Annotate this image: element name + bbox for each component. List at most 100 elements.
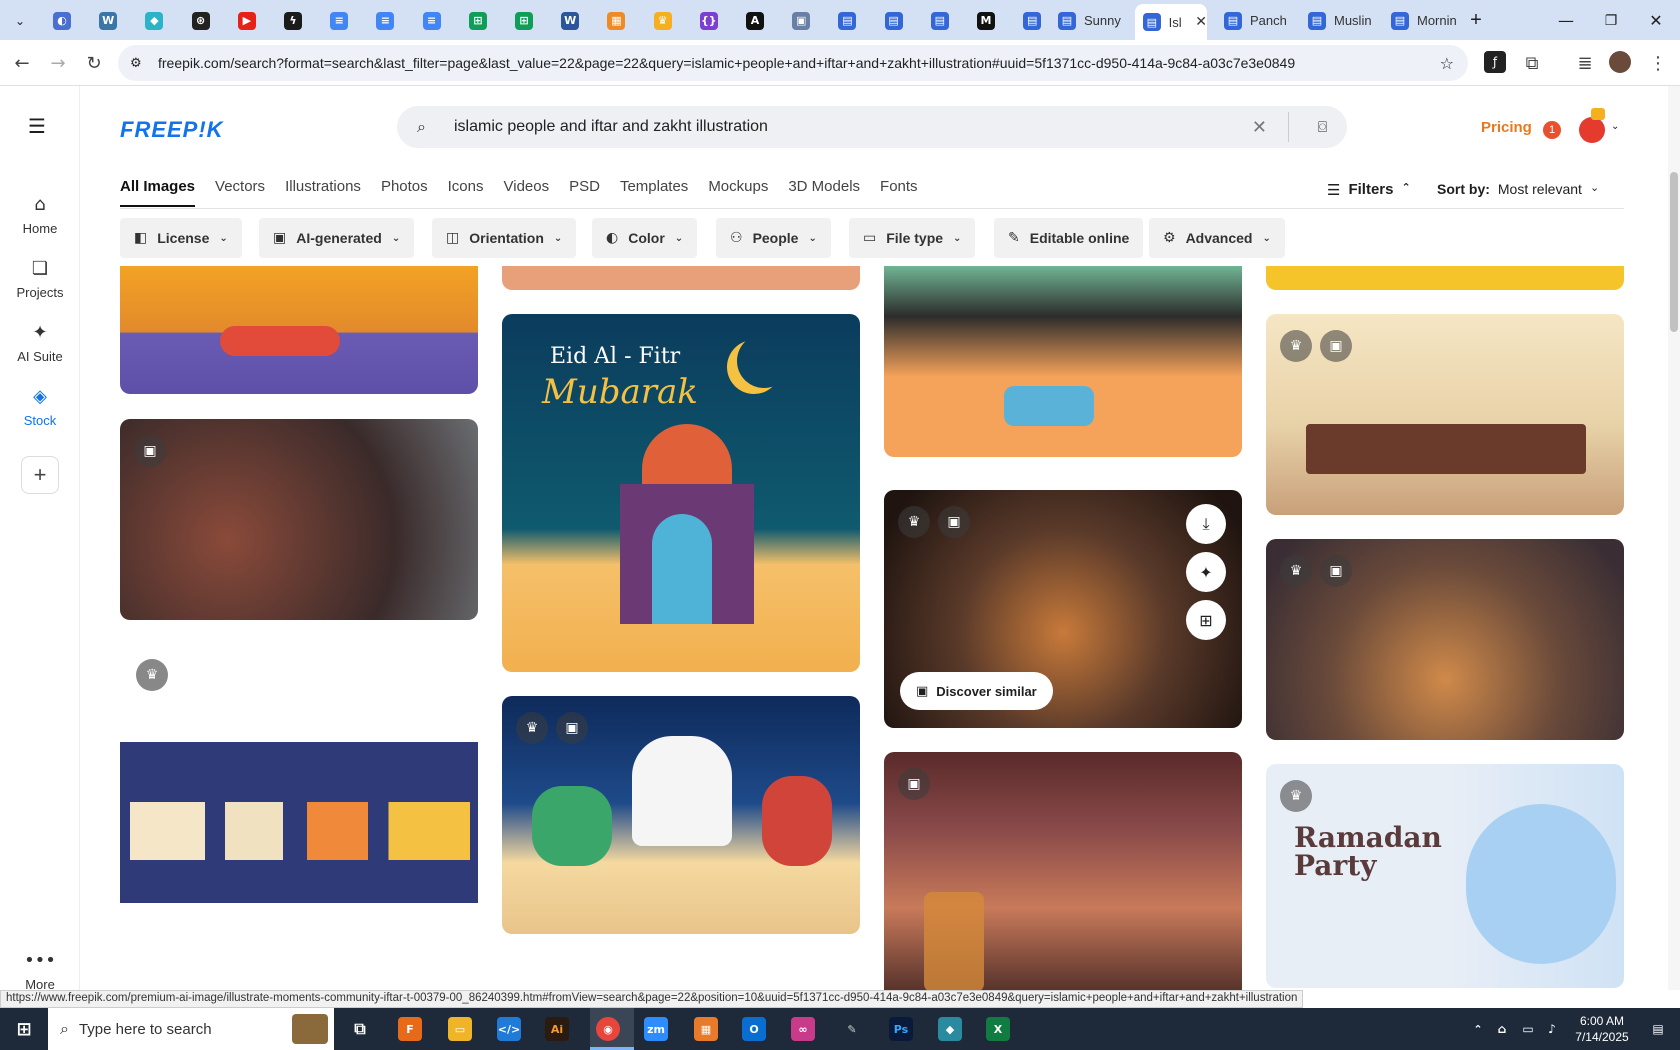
tab-mornin[interactable]: ▤ Mornin <box>1383 5 1463 36</box>
result-card-ramadan-party[interactable]: ♛ Ramadan Party <box>1266 764 1624 988</box>
filter-file-type[interactable]: ▭ File type ⌄ <box>849 218 976 258</box>
pricing-link[interactable]: Pricing <box>1481 119 1532 136</box>
tab-panch[interactable]: ▤ Panch <box>1216 5 1294 36</box>
tab-youtube-4[interactable]: ▶ <box>232 5 262 36</box>
task-view-icon[interactable]: ⧉ <box>348 1017 372 1041</box>
zoom-icon[interactable]: zm <box>644 1017 668 1041</box>
download-icon[interactable]: ⤓ <box>1186 504 1226 544</box>
filter-people[interactable]: ⚇ People ⌄ <box>716 218 831 258</box>
tab-illustrations[interactable]: Illustrations <box>285 178 361 207</box>
tab-docs-6[interactable]: ≡ <box>324 5 354 36</box>
browser-menu-icon[interactable]: ⋮ <box>1646 51 1670 75</box>
photoshop-icon[interactable]: Ps <box>889 1017 913 1041</box>
tab-bolt-5[interactable]: ϟ <box>278 5 308 36</box>
taskbar-search-box[interactable]: ⌕ Type here to search <box>48 1008 334 1050</box>
tab-globe-0[interactable]: ◐ <box>47 5 77 36</box>
bookmark-star-icon[interactable]: ☆ <box>1440 54 1454 73</box>
reload-icon[interactable]: ↻ <box>82 51 106 75</box>
filters-toggle[interactable]: ☰ Filters ⌃ <box>1327 181 1411 199</box>
search-input[interactable]: ⌕ islamic people and iftar and zakht ill… <box>397 106 1347 148</box>
filter-color[interactable]: ◐ Color ⌄ <box>592 218 698 258</box>
camera-search-icon[interactable]: ⌼ <box>1318 118 1327 136</box>
clear-search-icon[interactable]: ✕ <box>1252 117 1267 138</box>
forward-icon[interactable]: → <box>46 51 70 75</box>
notification-center-icon[interactable]: ▤ <box>1646 1017 1670 1041</box>
tab-mockups[interactable]: Mockups <box>708 178 768 207</box>
filter-ai-generated[interactable]: ▣ AI-generated ⌄ <box>259 218 415 258</box>
result-card-3d-family-iftar[interactable]: ♛ ▣ <box>1266 539 1624 740</box>
discover-similar-button[interactable]: ▣ Discover similar <box>900 672 1053 710</box>
result-card-family-iftar-table[interactable]: ♛ ▣ <box>502 696 860 934</box>
save-to-collection-icon[interactable]: ⊞ <box>1186 600 1226 640</box>
tab-videos[interactable]: Videos <box>504 178 550 207</box>
filter-editable-online[interactable]: ✎ Editable online <box>994 218 1144 258</box>
illustrator-icon[interactable]: Ai <box>545 1017 569 1041</box>
network-icon[interactable]: ⌂ <box>1490 1017 1514 1041</box>
tab-muslin[interactable]: ▤ Muslin <box>1300 5 1382 36</box>
tab-docs-7[interactable]: ≡ <box>370 5 400 36</box>
tab-all-images[interactable]: All Images <box>120 178 196 207</box>
chrome-icon[interactable]: ◉ <box>596 1017 620 1041</box>
show-hidden-icons[interactable]: ⌃ <box>1466 1017 1490 1041</box>
tab-grid-12[interactable]: ▦ <box>601 5 631 36</box>
tab-icons[interactable]: Icons <box>448 178 484 207</box>
clock[interactable]: 6:00 AM 7/14/2025 <box>1566 1013 1638 1045</box>
tab-a-15[interactable]: A <box>740 5 770 36</box>
creative-cloud-icon[interactable]: ∞ <box>791 1017 815 1041</box>
url-bar[interactable]: ⚙ freepik.com/search?format=search&last_… <box>118 45 1468 81</box>
tab-search-button[interactable]: ⌄ <box>8 5 32 36</box>
tab-3d-models[interactable]: 3D Models <box>788 178 860 207</box>
result-card-partial-yellow[interactable] <box>1266 266 1624 290</box>
extension-f-icon[interactable]: ƒ <box>1484 51 1506 73</box>
result-card-women-cooking-photo[interactable]: ▣ <box>120 419 478 620</box>
account-chevron-icon[interactable]: ⌄ <box>1611 121 1619 132</box>
outlook-icon[interactable]: O <box>742 1017 766 1041</box>
tab-fonts[interactable]: Fonts <box>880 178 918 207</box>
battery-icon[interactable]: ▭ <box>1516 1017 1540 1041</box>
tab-forms-21[interactable]: ▤ <box>1017 5 1047 36</box>
firefox-icon[interactable]: F <box>398 1017 422 1041</box>
excel-icon[interactable]: X <box>986 1017 1010 1041</box>
tab-forms-19[interactable]: ▤ <box>925 5 955 36</box>
result-card-sparklers-illustration[interactable] <box>120 742 478 903</box>
file-explorer-icon[interactable]: ▭ <box>448 1017 472 1041</box>
ai-edit-sparkle-icon[interactable]: ✦ <box>1186 552 1226 592</box>
tab-photos[interactable]: Photos <box>381 178 428 207</box>
sort-dropdown[interactable]: Sort by: Most relevant ⌄ <box>1437 181 1599 197</box>
close-window-icon[interactable]: ✕ <box>1644 5 1668 36</box>
tab-wordpress-1[interactable]: W <box>93 5 123 36</box>
tab-active-islamic[interactable]: ▤ Isl ✕ <box>1135 4 1207 40</box>
tab-m-20[interactable]: M <box>971 5 1001 36</box>
vscode-icon[interactable]: </> <box>497 1017 521 1041</box>
result-card-community-iftar-hovered[interactable]: ♛ ▣ ⤓ ✦ ⊞ ▣ Discover similar <box>884 490 1242 728</box>
tab-box-16[interactable]: ▣ <box>786 5 816 36</box>
tab-crown-13[interactable]: ♛ <box>648 5 678 36</box>
tab-openai-3[interactable]: ⊛ <box>186 5 216 36</box>
minimize-icon[interactable]: — <box>1554 5 1578 36</box>
hamburger-menu-icon[interactable]: ☰ <box>28 114 46 138</box>
app-grid-icon[interactable]: ▦ <box>694 1017 718 1041</box>
back-icon[interactable]: ← <box>10 51 34 75</box>
filter-orientation[interactable]: ◫ Orientation ⌄ <box>432 218 577 258</box>
profile-avatar[interactable] <box>1609 51 1631 73</box>
site-info-icon[interactable]: ⚙ <box>130 56 142 71</box>
new-tab-button[interactable]: + <box>1464 5 1488 36</box>
tab-close-icon[interactable]: ✕ <box>1195 14 1207 30</box>
result-card-family-dining-illustration[interactable]: ♛ ▣ <box>1266 314 1624 515</box>
tab-vectors[interactable]: Vectors <box>215 178 265 207</box>
filter-license[interactable]: ◧ License ⌄ <box>120 218 242 258</box>
sidebar-item-home[interactable]: ⌂ Home <box>0 194 80 236</box>
tab-sheets-10[interactable]: ⊞ <box>509 5 539 36</box>
tab-code-14[interactable]: {} <box>694 5 724 36</box>
result-card-family-iftar-illustration[interactable] <box>120 266 478 394</box>
app-diamond-icon[interactable]: ◆ <box>938 1017 962 1041</box>
filter-advanced[interactable]: ⚙ Advanced ⌄ <box>1149 218 1285 258</box>
result-card-partial-top[interactable] <box>502 266 860 290</box>
scrollbar-thumb[interactable] <box>1670 172 1678 332</box>
tab-forms-18[interactable]: ▤ <box>879 5 909 36</box>
tab-forms-17[interactable]: ▤ <box>832 5 862 36</box>
tab-word-11[interactable]: W <box>555 5 585 36</box>
tab-sheets-9[interactable]: ⊞ <box>463 5 493 36</box>
extensions-puzzle-icon[interactable]: ⧉ <box>1520 51 1544 75</box>
tab-templates[interactable]: Templates <box>620 178 688 207</box>
